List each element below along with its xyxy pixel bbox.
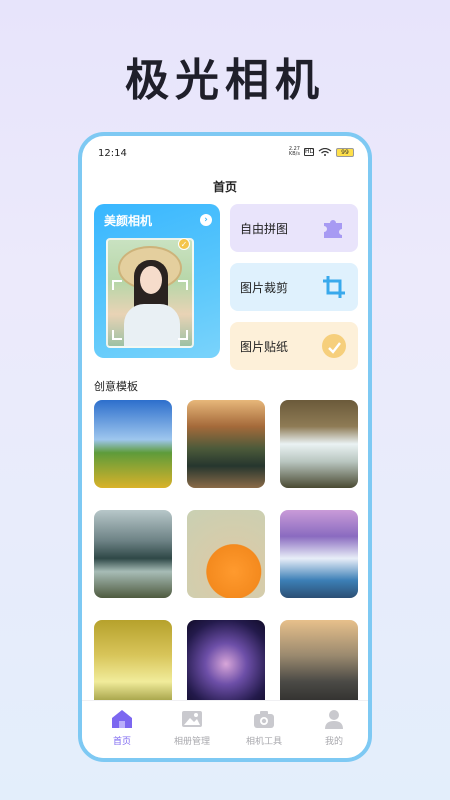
puzzle-card[interactable]: 自由拼图: [230, 204, 358, 252]
template-nebula[interactable]: [187, 620, 265, 708]
status-bar: 12:14 2.27 KB/s HD 99: [82, 136, 368, 160]
tab-album-label: 相册管理: [173, 737, 210, 747]
tab-camera-tools[interactable]: 相机工具: [234, 709, 294, 747]
page-title: 首页: [212, 180, 237, 194]
template-wooden-pier[interactable]: [280, 620, 358, 708]
user-icon: [325, 710, 343, 729]
template-orange-slice[interactable]: [187, 510, 265, 598]
focus-corner: [112, 330, 122, 340]
puzzle-label: 自由拼图: [240, 222, 289, 236]
phone-frame: 12:14 2.27 KB/s HD 99 首页 美颜相机 › ✓ 自由拼图 图…: [78, 132, 372, 762]
network-speed: 2.27 KB/s: [289, 147, 300, 157]
crop-icon: [323, 276, 345, 298]
focus-corner: [112, 280, 122, 290]
sim-icon: HD: [304, 148, 315, 156]
bottom-tab-bar: 首页 相册管理 相机工具 我的: [82, 700, 368, 758]
status-icons: 2.27 KB/s HD 99: [289, 147, 354, 157]
template-seaside-cliff[interactable]: [94, 510, 172, 598]
template-lake-reflection[interactable]: [187, 400, 265, 488]
portrait-photo: [106, 238, 194, 348]
wifi-icon: [318, 148, 332, 156]
sticker-label: 图片贴纸: [240, 340, 289, 354]
focus-corner: [178, 330, 188, 340]
check-icon: ✓: [178, 238, 190, 250]
sticker-card[interactable]: 图片贴纸: [230, 322, 358, 370]
tab-home-label: 首页: [112, 737, 131, 747]
template-waterfall[interactable]: [280, 400, 358, 488]
home-icon: [112, 710, 132, 728]
camera-icon: [254, 711, 274, 728]
dress-shape: [124, 304, 180, 346]
hero-title: 极光相机: [125, 55, 325, 106]
tab-album[interactable]: 相册管理: [162, 709, 222, 747]
focus-corner: [178, 280, 188, 290]
chevron-right-icon[interactable]: ›: [200, 214, 212, 226]
beauty-camera-card[interactable]: 美颜相机 › ✓: [94, 204, 220, 358]
templates-section-title: 创意模板: [94, 380, 138, 393]
crop-label: 图片裁剪: [240, 281, 289, 295]
beauty-camera-label: 美颜相机: [104, 214, 153, 228]
puzzle-icon: [324, 220, 342, 238]
template-sunflower-field[interactable]: [94, 400, 172, 488]
crop-card[interactable]: 图片裁剪: [230, 263, 358, 311]
template-golden-forest[interactable]: [94, 620, 172, 708]
tab-camera-tools-label: 相机工具: [245, 737, 282, 747]
sticker-icon: [322, 334, 346, 358]
image-icon: [182, 711, 202, 727]
template-purple-waterfall[interactable]: [280, 510, 358, 598]
face-shape: [140, 266, 162, 294]
network-speed-unit: KB/s: [288, 151, 300, 157]
battery-icon: 99: [336, 147, 354, 157]
tab-home[interactable]: 首页: [92, 709, 152, 747]
status-time: 12:14: [98, 148, 127, 159]
tab-profile[interactable]: 我的: [304, 709, 364, 747]
tab-profile-label: 我的: [324, 737, 343, 747]
